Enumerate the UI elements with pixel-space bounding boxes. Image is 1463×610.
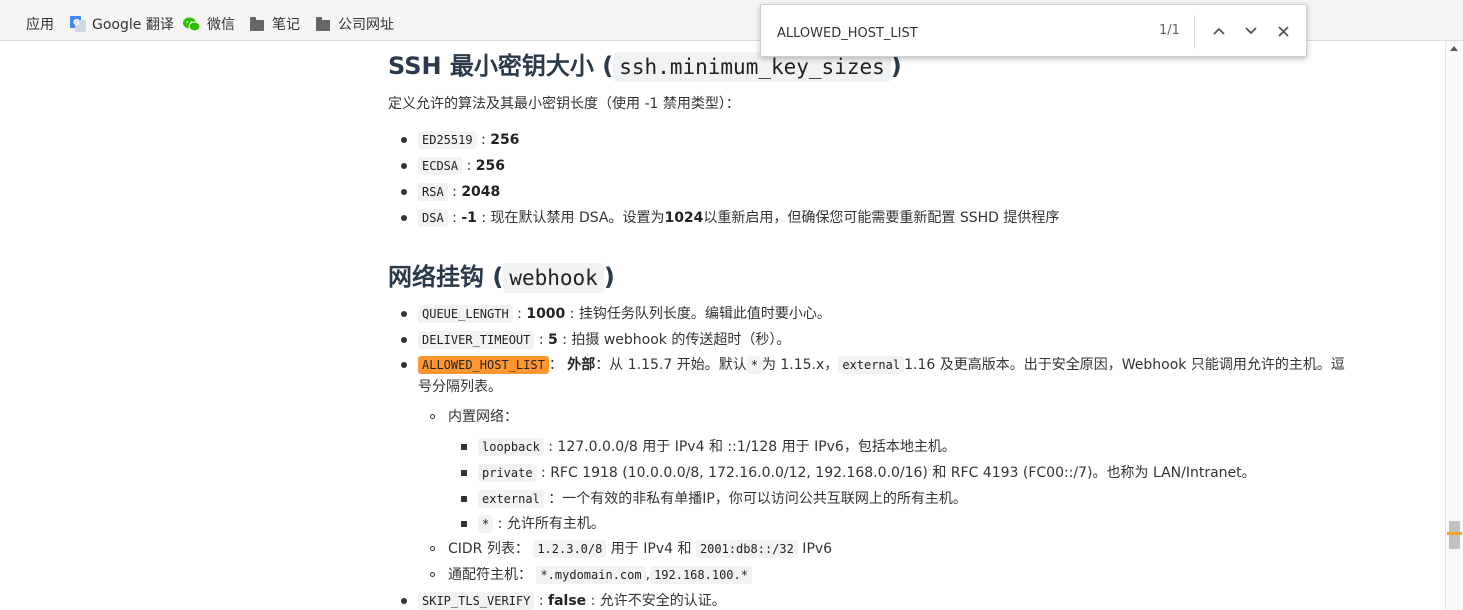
find-divider <box>1194 15 1195 49</box>
list-item: QUEUE_LENGTH : 1000 : 挂钩任务队列长度。编辑此值时要小心。 <box>418 304 831 324</box>
bookmark-apps[interactable]: 应用 <box>4 14 54 34</box>
chevron-up-icon <box>1213 27 1225 35</box>
bullet <box>461 521 467 527</box>
find-next-button[interactable] <box>1239 19 1263 43</box>
svg-text:G: G <box>73 18 80 27</box>
bullet <box>461 444 467 450</box>
list-item: DSA : -1 : 现在默认禁用 DSA。设置为1024以重新启用，但确保您可… <box>418 208 1059 228</box>
webhook-section-heading: 网络挂钩 (webhook) <box>388 263 615 293</box>
bullet <box>430 546 435 551</box>
bullet <box>401 362 407 368</box>
scrollbar-thumb[interactable] <box>1449 521 1460 549</box>
find-input[interactable] <box>777 23 1147 43</box>
list-item: RSA : 2048 <box>418 182 500 202</box>
list-item: 通配符主机： *.mydomain.com, 192.168.100.* <box>448 565 752 585</box>
bookmark-folder-notes[interactable]: 笔记 <box>250 14 300 34</box>
find-match-highlight: ALLOWED_HOST_LIST <box>418 356 549 374</box>
chevron-down-icon <box>1245 27 1257 35</box>
wechat-icon <box>183 17 201 32</box>
list-item: DELIVER_TIMEOUT : 5 : 拍摄 webhook 的传送超时（秒… <box>418 330 790 350</box>
bullet <box>430 414 435 419</box>
bullet <box>401 311 407 317</box>
list-item: * : 允许所有主机。 <box>478 514 605 534</box>
find-match-count: 1/1 <box>1159 23 1180 38</box>
bullet <box>430 572 435 577</box>
heading-code: webhook <box>503 263 604 293</box>
apps-grid-icon <box>4 17 18 31</box>
ssh-description: 定义允许的算法及其最小密钥长度（使用 -1 禁用类型）： <box>388 96 740 112</box>
bookmark-label: Google 翻译 <box>92 17 174 33</box>
list-item: external ：一个有效的非私有单播IP，你可以访问公共互联网上的所有主机。 <box>478 489 967 509</box>
bookmark-label: 应用 <box>26 17 54 33</box>
bullet <box>401 137 407 143</box>
list-item: ECDSA : 256 <box>418 156 505 176</box>
list-item-allowed-host-list: ALLOWED_HOST_LIST： 外部：从 1.15.7 开始。默认 * 为 1… <box>418 355 1345 375</box>
folder-icon <box>316 16 330 31</box>
bookmark-label: 微信 <box>207 17 235 33</box>
builtin-networks-label: 内置网络： <box>448 409 518 425</box>
bookmark-folder-company[interactable]: 公司网址 <box>316 14 394 34</box>
list-item: ED25519 : 256 <box>418 130 519 150</box>
bookmark-label: 公司网址 <box>338 17 394 33</box>
find-bar: 1/1 <box>760 4 1307 57</box>
scroll-up-arrow-icon[interactable] <box>1450 46 1458 51</box>
list-item: private : RFC 1918 (10.0.0.0/8, 172.16.0… <box>478 463 1256 483</box>
bullet <box>401 337 407 343</box>
bullet <box>461 496 467 502</box>
page-content: SSH 最小密钥大小 (ssh.minimum_key_sizes) 定义允许的… <box>0 41 1445 610</box>
bookmark-wechat[interactable]: 微信 <box>183 14 235 34</box>
vertical-scrollbar[interactable] <box>1445 41 1463 610</box>
bullet <box>461 470 467 476</box>
bullet <box>401 598 407 604</box>
bookmark-label: 笔记 <box>272 17 300 33</box>
folder-icon <box>250 16 264 31</box>
close-icon <box>1277 25 1289 37</box>
find-previous-button[interactable] <box>1207 19 1231 43</box>
bullet <box>401 215 407 221</box>
bullet <box>401 163 407 169</box>
bookmark-google-translate[interactable]: G Google 翻译 <box>70 14 174 34</box>
find-close-button[interactable] <box>1271 19 1295 43</box>
find-match-marker <box>1447 532 1462 535</box>
list-item: SKIP_TLS_VERIFY : false : 允许不安全的认证。 <box>418 591 726 610</box>
list-item-continuation: 号分隔列表。 <box>418 379 502 395</box>
bullet <box>401 189 407 195</box>
list-item: loopback : 127.0.0.0/8 用于 IPv4 和 ::1/128… <box>478 437 956 457</box>
list-item: CIDR 列表： 1.2.3.0/8 用于 IPv4 和 2001:db8::/… <box>448 540 833 558</box>
google-translate-icon: G <box>70 16 86 32</box>
